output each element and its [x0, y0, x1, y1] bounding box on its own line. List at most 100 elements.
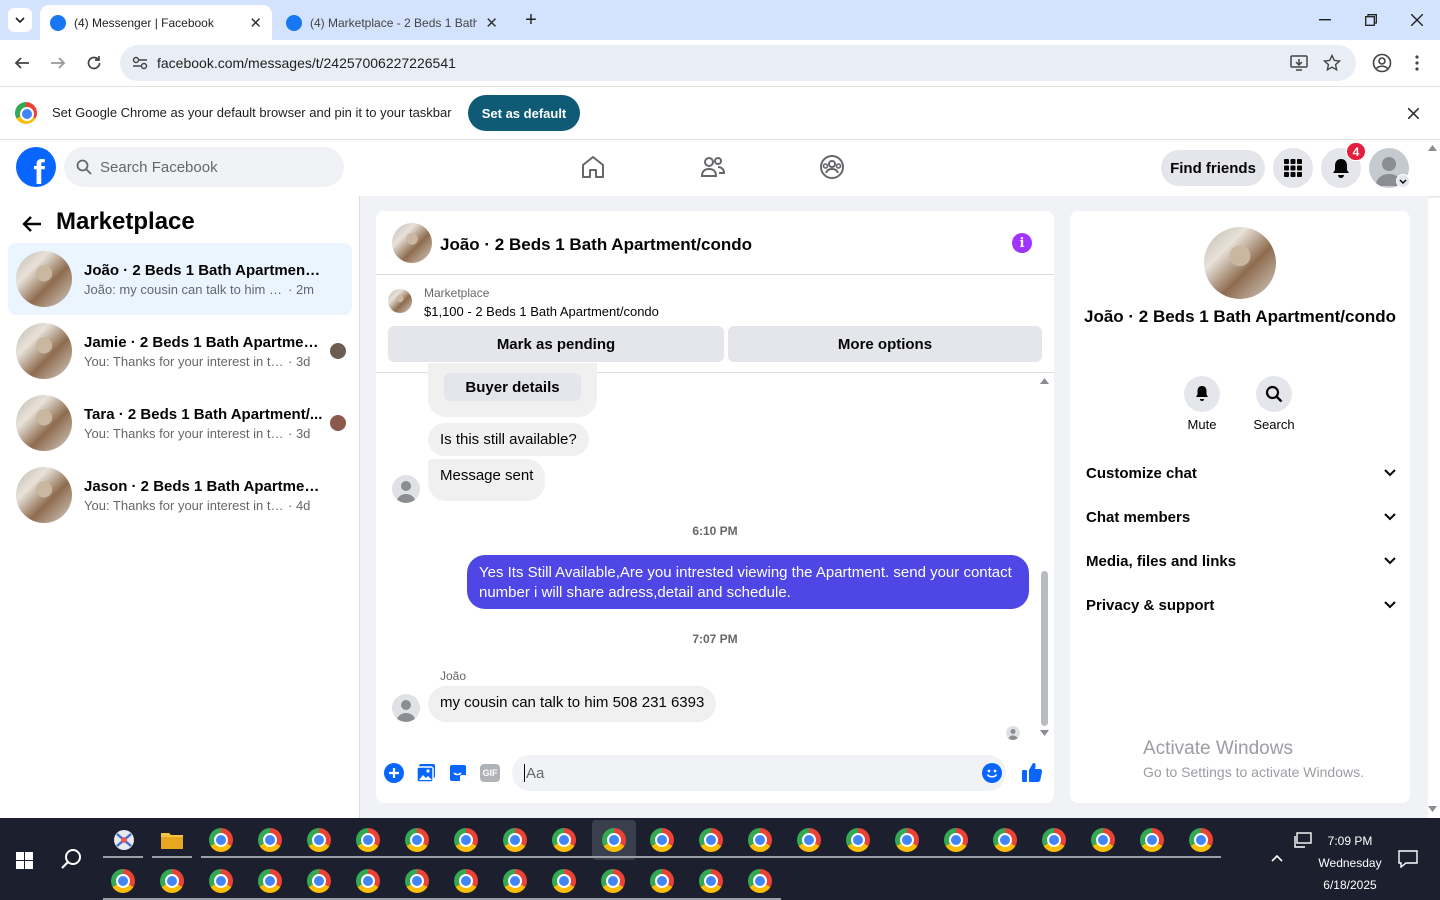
chat-title[interactable]: João · 2 Beds 1 Bath Apartment/condo: [440, 235, 752, 255]
taskbar-chrome-icon[interactable]: [1036, 822, 1072, 858]
taskbar-chrome-icon[interactable]: [105, 863, 141, 899]
bookmark-star-icon[interactable]: [1323, 54, 1341, 72]
listing-thumbnail[interactable]: [388, 289, 412, 313]
taskbar-app-icon[interactable]: [106, 822, 142, 858]
taskbar-chrome-icon[interactable]: [1085, 822, 1121, 858]
gif-icon[interactable]: GIF: [480, 764, 500, 782]
taskbar-chrome-icon[interactable]: [644, 863, 680, 899]
new-tab-button[interactable]: +: [520, 9, 542, 31]
taskbar-chrome-icon[interactable]: [301, 822, 337, 858]
tab-search-button[interactable]: [8, 8, 32, 32]
taskbar-chrome-icon[interactable]: [350, 863, 386, 899]
back-arrow-icon[interactable]: [14, 55, 30, 71]
taskbar-chrome-icon[interactable]: [203, 822, 239, 858]
show-hidden-icons-chevron-up-icon[interactable]: [1271, 854, 1283, 862]
taskbar-chrome-icon[interactable]: [448, 863, 484, 899]
install-app-icon[interactable]: [1290, 54, 1308, 72]
taskbar-chrome-icon[interactable]: [252, 822, 288, 858]
page-scroll-down-icon[interactable]: [1428, 806, 1437, 812]
taskbar-chrome-icon[interactable]: [301, 863, 337, 899]
forward-arrow-icon[interactable]: [50, 55, 66, 71]
taskbar-chrome-icon[interactable]: [399, 822, 435, 858]
windows-start-icon[interactable]: [16, 852, 33, 869]
taskbar-app-icon[interactable]: [154, 822, 190, 858]
scroll-down-icon[interactable]: [1040, 730, 1049, 736]
tab-messenger[interactable]: (4) Messenger | Facebook ✕: [40, 5, 272, 40]
find-friends-button[interactable]: Find friends: [1161, 150, 1265, 186]
incoming-message[interactable]: my cousin can talk to him 508 231 6393: [428, 686, 717, 722]
page-scroll-up-icon[interactable]: [1428, 145, 1437, 151]
media-files-links-row[interactable]: Media, files and links: [1086, 549, 1396, 573]
search-in-chat-button[interactable]: [1256, 376, 1292, 412]
tab-marketplace[interactable]: (4) Marketplace - 2 Beds 1 Bath ✕: [276, 5, 508, 40]
incoming-message[interactable]: Message sent: [428, 459, 546, 501]
taskbar-chrome-icon[interactable]: [693, 863, 729, 899]
notification-center-icon[interactable]: [1398, 850, 1418, 868]
thumbs-up-icon[interactable]: [1021, 761, 1043, 783]
minimize-button[interactable]: [1302, 0, 1348, 40]
taskbar-chrome-icon[interactable]: [987, 822, 1023, 858]
back-arrow-icon[interactable]: [22, 215, 42, 233]
outgoing-message[interactable]: Yes Its Still Available,Are you intreste…: [467, 555, 1029, 609]
taskbar-chrome-icon[interactable]: [448, 822, 484, 858]
emoji-icon[interactable]: [982, 763, 1002, 783]
taskbar-chrome-icon[interactable]: [889, 822, 925, 858]
taskbar-chrome-icon[interactable]: [938, 822, 974, 858]
plus-circle-icon[interactable]: [384, 763, 404, 783]
facebook-logo-icon[interactable]: f: [16, 147, 56, 187]
conversation-item[interactable]: Jason · 2 Beds 1 Bath Apartment/c... You…: [8, 459, 352, 531]
taskbar-chrome-icon[interactable]: [252, 863, 288, 899]
home-icon[interactable]: [580, 154, 606, 180]
taskbar-chrome-icon[interactable]: [546, 863, 582, 899]
close-tab-icon[interactable]: ✕: [485, 14, 498, 32]
close-tab-icon[interactable]: ✕: [249, 14, 262, 32]
taskbar-chrome-icon-active[interactable]: [592, 820, 636, 860]
taskbar-chrome-icon[interactable]: [1134, 822, 1170, 858]
account-chevron-icon[interactable]: [1396, 174, 1410, 188]
maximize-button[interactable]: [1348, 0, 1394, 40]
reload-icon[interactable]: [86, 55, 102, 71]
listing-title[interactable]: $1,100 - 2 Beds 1 Bath Apartment/condo: [424, 304, 659, 319]
taskbar-chrome-icon[interactable]: [546, 822, 582, 858]
buyer-details-button[interactable]: Buyer details: [444, 373, 581, 401]
taskbar-chrome-icon[interactable]: [595, 863, 631, 899]
privacy-support-row[interactable]: Privacy & support: [1086, 593, 1396, 617]
photo-icon[interactable]: [416, 763, 436, 783]
taskbar-chrome-icon[interactable]: [497, 863, 533, 899]
site-settings-icon[interactable]: [132, 56, 148, 70]
friends-icon[interactable]: [700, 154, 726, 180]
taskbar-chrome-icon[interactable]: [742, 822, 778, 858]
more-options-button[interactable]: More options: [728, 326, 1042, 362]
profile-icon[interactable]: [1372, 53, 1392, 73]
taskbar-chrome-icon[interactable]: [203, 863, 239, 899]
profile-photo[interactable]: [1204, 227, 1276, 299]
info-icon[interactable]: i: [1012, 233, 1032, 253]
close-window-button[interactable]: [1394, 0, 1440, 40]
conversation-item[interactable]: Tara · 2 Beds 1 Bath Apartment/... You: …: [8, 387, 352, 459]
mute-button[interactable]: [1184, 376, 1220, 412]
groups-icon[interactable]: [819, 154, 845, 180]
taskbar-chrome-icon[interactable]: [742, 863, 778, 899]
scroll-up-icon[interactable]: [1040, 378, 1049, 384]
conversation-item[interactable]: João · 2 Beds 1 Bath Apartment/co... Joã…: [8, 243, 352, 315]
taskbar-chrome-icon[interactable]: [350, 822, 386, 858]
customize-chat-row[interactable]: Customize chat: [1086, 461, 1396, 485]
browser-menu-icon[interactable]: [1415, 54, 1419, 72]
taskbar-chrome-icon[interactable]: [791, 822, 827, 858]
close-icon[interactable]: [1408, 108, 1419, 119]
facebook-search-input[interactable]: Search Facebook: [64, 147, 344, 187]
taskbar-chrome-icon[interactable]: [1183, 822, 1219, 858]
message-input[interactable]: Aa: [512, 755, 1006, 791]
system-clock[interactable]: 7:09 PM Wednesday 6/18/2025: [1314, 830, 1386, 896]
set-as-default-button[interactable]: Set as default: [468, 95, 580, 131]
address-bar[interactable]: facebook.com/messages/t/2425700622722654…: [120, 45, 1356, 81]
taskbar-chrome-icon[interactable]: [497, 822, 533, 858]
taskbar-chrome-icon[interactable]: [399, 863, 435, 899]
mark-as-pending-button[interactable]: Mark as pending: [388, 326, 724, 362]
conversation-item[interactable]: Jamie · 2 Beds 1 Bath Apartment... You: …: [8, 315, 352, 387]
chat-avatar[interactable]: [392, 223, 432, 263]
taskbar-chrome-icon[interactable]: [644, 822, 680, 858]
chat-members-row[interactable]: Chat members: [1086, 505, 1396, 529]
menu-button[interactable]: [1273, 148, 1313, 188]
sticker-icon[interactable]: [448, 763, 468, 783]
